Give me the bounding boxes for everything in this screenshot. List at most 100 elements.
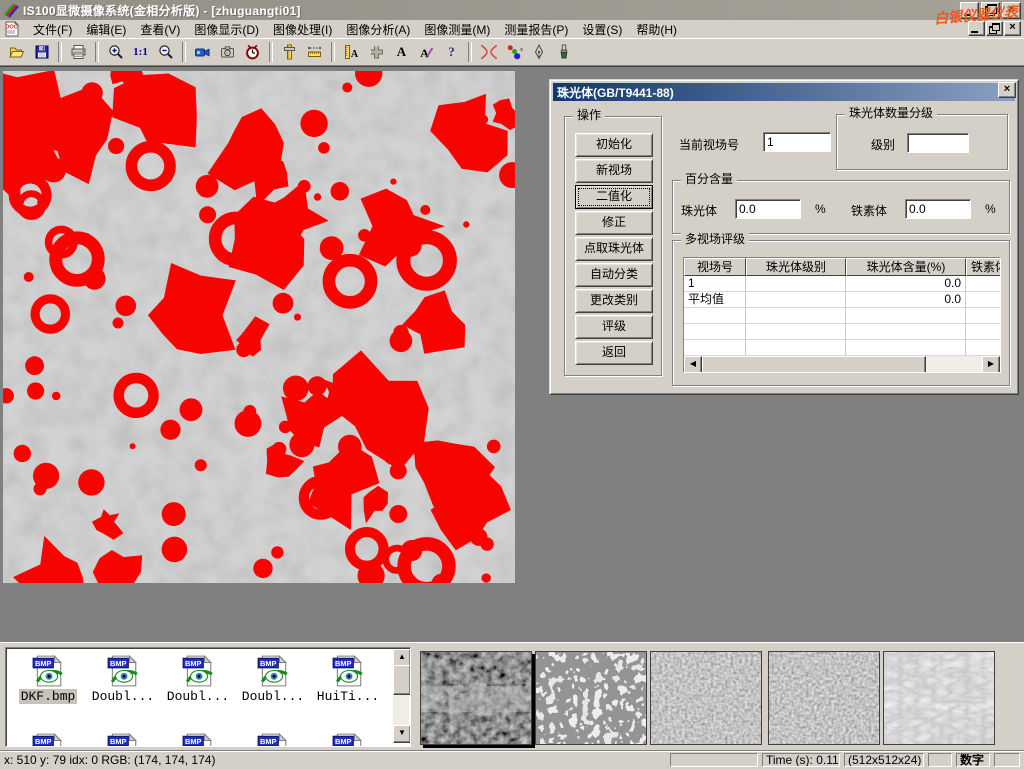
operations-group-label: 操作 (573, 108, 605, 122)
help-button[interactable]: ? (439, 40, 464, 64)
menu-item-image-process[interactable]: 图像处理(I) (266, 20, 339, 39)
file-item[interactable]: HuiTi... (312, 654, 384, 704)
picker-button[interactable] (526, 40, 551, 64)
menu-item-help[interactable]: 帮助(H) (629, 20, 684, 39)
table-row-empty (684, 308, 1000, 324)
text-button[interactable]: A (389, 40, 414, 64)
return-button[interactable]: 返回 (575, 341, 653, 365)
thumbnail-5[interactable] (883, 651, 995, 745)
dialog-title-bar[interactable]: 珠光体(GB/T9441-88) (553, 83, 1015, 101)
file-item[interactable] (87, 732, 159, 747)
scrollbar-thumb[interactable] (702, 356, 926, 373)
binarize-button[interactable]: 二值化 (575, 185, 653, 209)
zoom-out-button[interactable] (153, 40, 178, 64)
thumbnail-3[interactable] (650, 651, 762, 745)
zoom-in-button[interactable] (103, 40, 128, 64)
measure-text-button[interactable]: A (339, 40, 364, 64)
menu-item-image-measure[interactable]: 图像测量(M) (417, 20, 497, 39)
open-button[interactable] (4, 40, 29, 64)
child-restore-button[interactable] (986, 21, 1003, 36)
scroll-right-button[interactable]: ▶ (982, 356, 1000, 373)
current-field-input[interactable]: 1 (763, 132, 831, 152)
menu-item-report[interactable]: 测量报告(P) (497, 20, 575, 39)
capture-button[interactable] (215, 40, 240, 64)
scrollbar-thumb[interactable] (393, 665, 411, 695)
menu-item-image-display[interactable]: 图像显示(D) (187, 20, 266, 39)
status-blank-panel (670, 753, 758, 767)
init-button[interactable]: 初始化 (575, 133, 653, 157)
caliper-button[interactable] (277, 40, 302, 64)
close-button[interactable]: × (1002, 2, 1021, 19)
caliper-icon (281, 44, 298, 60)
correct-button[interactable]: 修正 (575, 211, 653, 235)
print-button[interactable] (66, 40, 91, 64)
ferrite-percent-sign: % (985, 202, 996, 216)
menu-item-file[interactable]: 文件(F) (26, 20, 79, 39)
menu-item-image-analysis[interactable]: 图像分析(A) (339, 20, 417, 39)
level-input[interactable] (907, 133, 969, 153)
restore-button[interactable] (981, 2, 1000, 19)
ferrite-percent-input[interactable]: 0.0 (905, 199, 971, 219)
curve-icon (479, 43, 499, 61)
auto-classify-button[interactable]: 自动分类 (575, 263, 653, 287)
menu-item-edit[interactable]: 编辑(E) (79, 20, 133, 39)
file-item[interactable] (312, 732, 384, 747)
file-list-scrollbar[interactable]: ▲ ▼ (393, 649, 409, 743)
child-minimize-button[interactable] (968, 21, 985, 36)
video-button[interactable] (190, 40, 215, 64)
save-button[interactable] (29, 40, 54, 64)
rating-table-header: 视场号 珠光体级别 珠光体含量(%) 铁素体含量(%) (684, 258, 1000, 276)
file-item[interactable] (237, 732, 309, 747)
brush-button[interactable] (551, 40, 576, 64)
thumbnail-1[interactable] (420, 651, 532, 745)
table-row[interactable]: 1 0.0 (684, 276, 1000, 292)
header-pearlite: 珠光体含量(%) (846, 258, 966, 276)
thumbnail-4[interactable] (768, 651, 880, 745)
bmp-file-icon (256, 732, 290, 747)
ferrite-label: 铁素体 (851, 202, 887, 219)
minimize-button[interactable] (960, 2, 979, 19)
table-row-empty (684, 324, 1000, 340)
change-class-button[interactable]: 更改类别 (575, 289, 653, 313)
ruler-button[interactable] (302, 40, 327, 64)
timer-button[interactable] (240, 40, 265, 64)
toolbar-separator (58, 42, 62, 62)
specimen-image[interactable] (3, 71, 515, 583)
status-bar: x: 510 y: 79 idx: 0 RGB: (174, 174, 174)… (0, 750, 1024, 769)
merge-button[interactable] (364, 40, 389, 64)
file-item[interactable]: Doubl... (237, 654, 309, 704)
rate-button[interactable]: 评级 (575, 315, 653, 339)
pearlite-label: 珠光体 (681, 202, 717, 219)
menu-item-view[interactable]: 查看(V) (133, 20, 187, 39)
cell-pearlite: 0.0 (846, 292, 966, 308)
cell-ferrite (966, 292, 1001, 308)
file-browser[interactable]: DKF.bmp Doubl... Doubl... Doubl... HuiTi… (5, 647, 411, 747)
child-close-button[interactable]: × (1004, 21, 1021, 36)
file-item[interactable]: Doubl... (87, 654, 159, 704)
thumbnail-2[interactable] (535, 651, 647, 745)
table-row[interactable]: 平均值 0.0 (684, 292, 1000, 308)
new-field-button[interactable]: 新视场 (575, 159, 653, 183)
file-item[interactable]: DKF.bmp (12, 654, 84, 704)
curve-button[interactable] (476, 40, 501, 64)
scroll-down-button[interactable]: ▼ (393, 725, 411, 743)
file-name: Doubl... (240, 689, 306, 704)
window-title: IS100显微摄像系统(金相分析版) - [zhuguangti01] (23, 2, 301, 19)
file-item[interactable] (12, 732, 84, 747)
table-horizontal-scrollbar[interactable]: ◀ ▶ (684, 356, 1000, 372)
operations-group: 操作 初始化 新视场 二值化 修正 点取珠光体 自动分类 更改类别 评级 返回 (564, 116, 662, 376)
status-image-size: (512x512x24) (844, 753, 924, 767)
file-item[interactable]: Doubl... (162, 654, 234, 704)
toolbar: 1:1 (0, 38, 1024, 66)
file-item[interactable] (162, 732, 234, 747)
pearlite-percent-input[interactable]: 0.0 (735, 199, 801, 219)
scroll-left-button[interactable]: ◀ (684, 356, 702, 373)
status-time: Time (s): 0.113 (762, 753, 840, 767)
menu-item-settings[interactable]: 设置(S) (575, 20, 629, 39)
dialog-close-button[interactable]: × (998, 82, 1016, 98)
actual-size-button[interactable]: 1:1 (128, 40, 153, 64)
rating-table[interactable]: 视场号 珠光体级别 珠光体含量(%) 铁素体含量(%) 1 0.0 平均值 0.… (683, 257, 1001, 373)
annotate-button[interactable]: A (414, 40, 439, 64)
particles-button[interactable]: 3 (501, 40, 526, 64)
pick-pearlite-button[interactable]: 点取珠光体 (575, 237, 653, 261)
